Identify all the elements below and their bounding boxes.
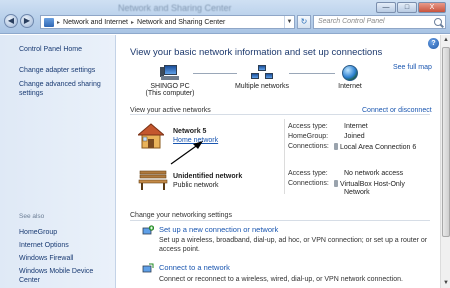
globe-icon <box>342 65 358 81</box>
control-panel-home-link[interactable]: Control Panel Home <box>19 45 82 54</box>
main-content: ? View your basic network information an… <box>117 35 450 288</box>
local-area-connection-label: Local Area Connection 6 <box>340 144 417 151</box>
connection-plug-icon <box>334 180 338 187</box>
access-type-key: Access type: <box>288 123 328 130</box>
annotation-arrow-icon <box>170 141 203 165</box>
breadcrumb-separator-icon[interactable]: ▸ <box>131 19 134 26</box>
see-also-mobile-device-center[interactable]: Windows Mobile Device Center <box>19 267 115 285</box>
change-adapter-settings-link[interactable]: Change adapter settings <box>19 66 95 75</box>
access-type-key-2: Access type: <box>288 170 328 177</box>
close-button[interactable]: X <box>418 2 446 13</box>
computer-icon <box>160 65 180 81</box>
window-title: Network and Sharing Center <box>118 3 232 13</box>
virtualbox-connection-link-2[interactable]: Network <box>344 189 370 196</box>
public-network-icon[interactable] <box>138 169 168 191</box>
see-also-internet-options[interactable]: Internet Options <box>19 241 69 250</box>
setup-new-connection-link[interactable]: Set up a new connection or network <box>159 225 278 234</box>
section-divider <box>130 220 430 221</box>
breadcrumb-separator-icon[interactable]: ▸ <box>57 19 60 26</box>
see-also-windows-firewall[interactable]: Windows Firewall <box>19 254 73 263</box>
window-controls: — □ X <box>376 2 446 13</box>
control-panel-icon <box>44 17 54 27</box>
multiple-networks-label: Multiple networks <box>234 83 290 90</box>
map-node-multiple-networks[interactable]: Multiple networks <box>233 65 291 90</box>
map-node-internet[interactable]: Internet <box>333 65 367 90</box>
connect-to-network-desc: Connect or reconnect to a wireless, wire… <box>159 276 403 283</box>
scrollbar-thumb[interactable] <box>442 47 450 237</box>
maximize-button[interactable]: □ <box>397 2 417 13</box>
scroll-down-arrow-icon[interactable]: ▼ <box>442 279 450 287</box>
breadcrumb-network-internet[interactable]: Network and Internet <box>63 19 128 26</box>
see-also-homegroup[interactable]: HomeGroup <box>19 228 57 237</box>
pc-name: SHINGO PC <box>150 83 190 90</box>
access-type-value-2: No network access <box>344 170 404 177</box>
column-divider <box>284 119 285 194</box>
virtualbox-connection-label: VirtualBox Host-Only <box>340 181 405 188</box>
breadcrumb-network-sharing[interactable]: Network and Sharing Center <box>137 19 225 26</box>
change-advanced-sharing-link[interactable]: Change advanced sharing <box>19 80 101 89</box>
pc-sub: (This computer) <box>145 90 195 97</box>
home-network-icon[interactable] <box>138 123 164 149</box>
network-5-name: Network 5 <box>173 128 207 135</box>
active-networks-label: View your active networks <box>130 107 211 114</box>
address-dropdown-icon[interactable]: ▼ <box>284 16 294 28</box>
setup-new-connection-desc-2: access point. <box>159 246 200 253</box>
page-title: View your basic network information and … <box>130 47 383 58</box>
map-connector <box>289 73 335 74</box>
search-icon[interactable] <box>434 18 442 26</box>
map-node-this-pc: SHINGO PC (This computer) <box>145 65 195 97</box>
change-settings-label: Change your networking settings <box>130 212 232 219</box>
refresh-button[interactable]: ↻ <box>297 15 311 29</box>
internet-label: Internet <box>338 83 362 90</box>
search-input[interactable]: Search Control Panel <box>313 15 446 29</box>
see-also-heading: See also <box>19 213 45 220</box>
new-connection-icon[interactable] <box>142 225 154 237</box>
minimize-button[interactable]: — <box>376 2 396 13</box>
map-connector <box>193 73 237 74</box>
connect-to-network-icon[interactable] <box>142 263 154 275</box>
address-bar[interactable]: ▸ Network and Internet ▸ Network and Sha… <box>40 15 295 29</box>
homegroup-joined-link[interactable]: Joined <box>344 133 365 140</box>
left-task-pane: Control Panel Home Change adapter settin… <box>0 35 116 288</box>
title-bar: Network and Sharing Center — □ X ◀ ▶ ▸ N… <box>0 0 450 34</box>
virtualbox-connection-link[interactable]: VirtualBox Host-Only <box>334 180 405 188</box>
back-arrow-icon[interactable]: ◀ <box>4 14 18 28</box>
public-network-label: Public network <box>173 182 219 189</box>
search-placeholder: Search Control Panel <box>318 18 385 25</box>
connection-plug-icon <box>334 143 338 150</box>
connections-key-2: Connections: <box>288 180 329 187</box>
setup-new-connection-desc-1: Set up a wireless, broadband, dial-up, a… <box>159 237 428 244</box>
forward-arrow-icon[interactable]: ▶ <box>20 14 34 28</box>
unidentified-network-name: Unidentified network <box>173 173 243 180</box>
scroll-up-arrow-icon[interactable]: ▲ <box>442 36 450 44</box>
vertical-scrollbar[interactable]: ▲ ▼ <box>440 35 450 288</box>
connect-or-disconnect-link[interactable]: Connect or disconnect <box>362 107 432 114</box>
help-icon[interactable]: ? <box>428 38 439 49</box>
nav-arrows: ◀ ▶ <box>4 14 34 28</box>
change-advanced-sharing-link-2[interactable]: settings <box>19 89 43 98</box>
homegroup-key: HomeGroup: <box>288 133 329 140</box>
section-divider <box>130 114 430 115</box>
multiple-networks-icon <box>251 65 273 81</box>
connect-to-network-link[interactable]: Connect to a network <box>159 263 230 272</box>
see-full-map-link[interactable]: See full map <box>393 64 432 71</box>
access-type-value: Internet <box>344 123 368 130</box>
local-area-connection-link[interactable]: Local Area Connection 6 <box>334 143 416 151</box>
connections-key: Connections: <box>288 143 329 150</box>
